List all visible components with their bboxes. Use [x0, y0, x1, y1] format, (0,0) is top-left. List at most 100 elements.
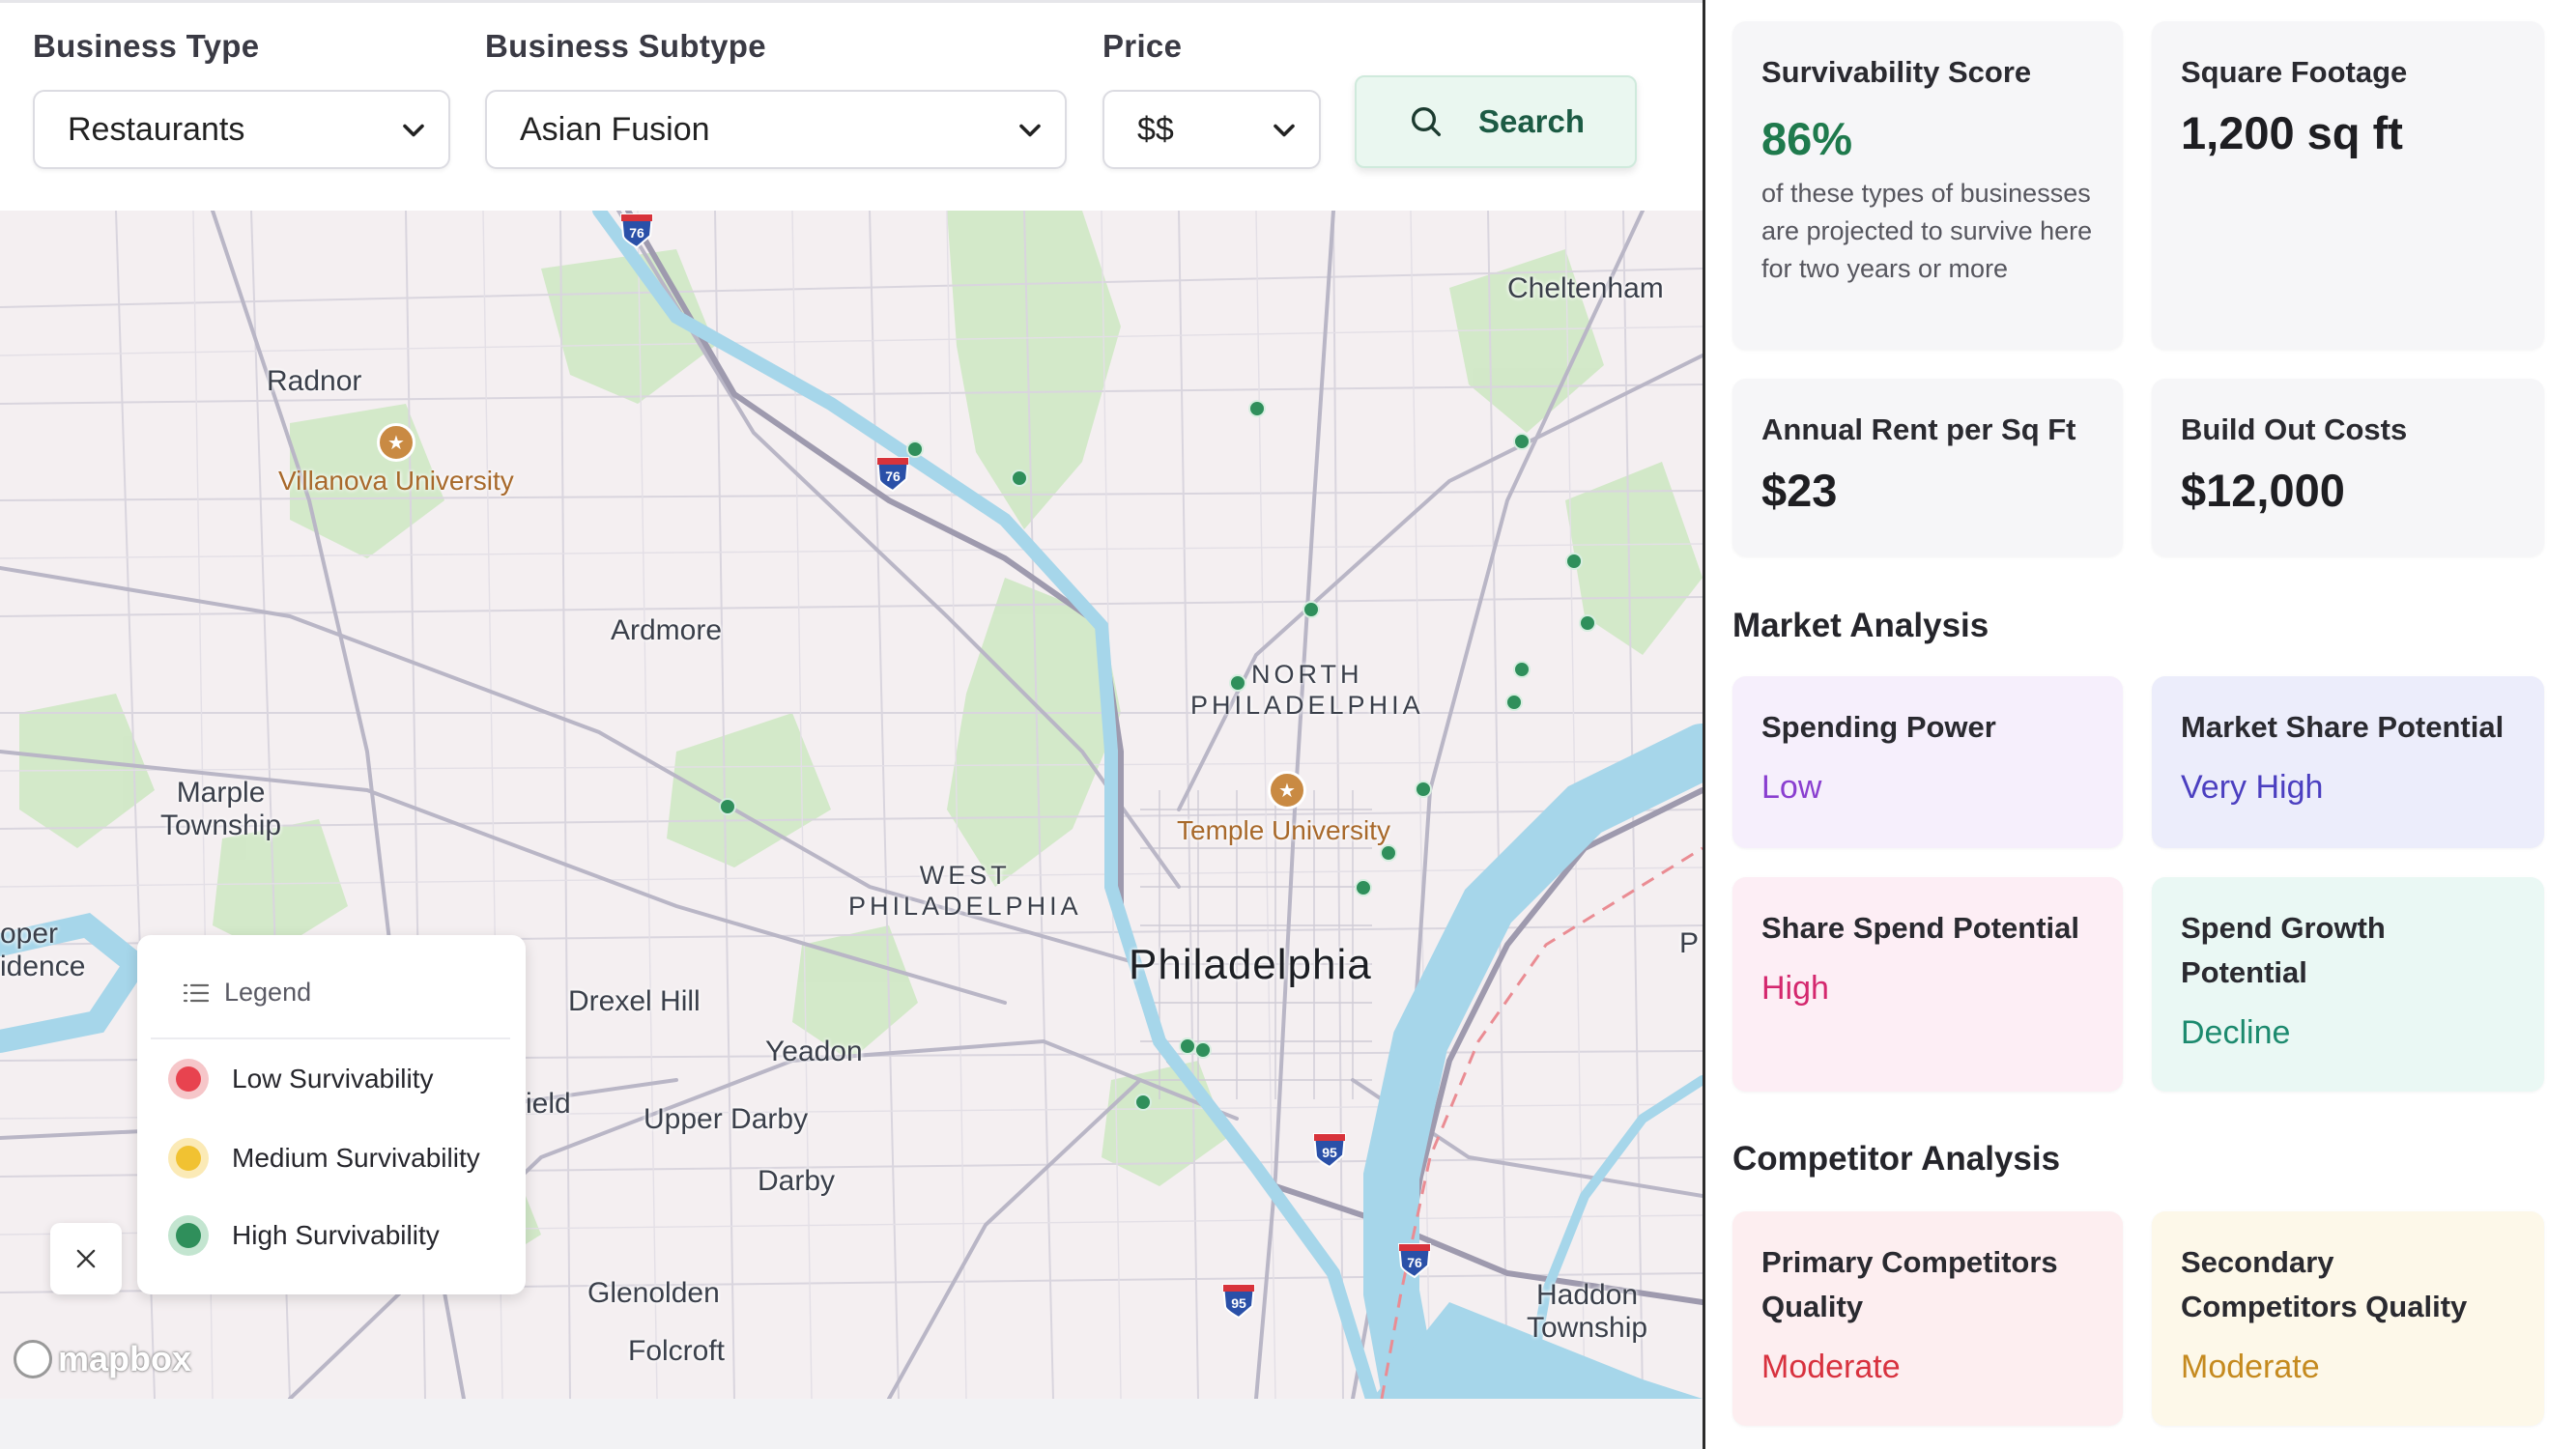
- university-icon: ★: [377, 423, 415, 462]
- legend-item-low: Low Survivability: [168, 1059, 434, 1099]
- map-label-philadelphia: Philadelphia: [1129, 941, 1372, 988]
- build-out-card: Build Out Costs $12,000: [2152, 379, 2544, 556]
- svg-text:95: 95: [1322, 1145, 1337, 1160]
- survivability-title: Survivability Score: [1761, 55, 2032, 89]
- location-pin[interactable]: [1302, 601, 1320, 618]
- mapbox-logo[interactable]: mapbox: [14, 1339, 191, 1379]
- search-button-label: Search: [1477, 103, 1586, 139]
- svg-text:95: 95: [1231, 1295, 1246, 1311]
- interstate-76-shield-icon: 76: [1397, 1243, 1432, 1279]
- map-label-p: P: [1679, 927, 1700, 959]
- location-pin[interactable]: [1011, 469, 1028, 487]
- location-pin[interactable]: [1194, 1041, 1212, 1059]
- spending-power-value: Low: [1761, 769, 1822, 806]
- interstate-95-shield-icon: 95: [1312, 1133, 1347, 1169]
- map-label-drexel-hill: Drexel Hill: [568, 985, 701, 1017]
- map-label-ardmore: Ardmore: [611, 614, 723, 646]
- legend-item-medium: Medium Survivability: [168, 1138, 480, 1179]
- interstate-95-shield-icon: 95: [1221, 1284, 1256, 1320]
- interstate-76-shield-icon: 76: [619, 213, 654, 249]
- primary-competitors-card: Primary Competitors Quality Moderate: [1732, 1211, 2123, 1426]
- map-label-upper-darby: Upper Darby: [644, 1103, 809, 1135]
- filter-bar: Business Type Restaurants Business Subty…: [0, 0, 1703, 211]
- price-label: Price: [1102, 28, 1183, 64]
- legend-item-label: Low Survivability: [232, 1064, 434, 1094]
- spend-growth-title: Spend Growth Potential: [2181, 911, 2386, 989]
- chevron-down-icon: [403, 124, 424, 137]
- location-pin[interactable]: [906, 440, 924, 458]
- svg-text:76: 76: [885, 469, 901, 484]
- location-pin[interactable]: [1380, 844, 1397, 862]
- map-label-cheltenham: Cheltenham: [1507, 272, 1664, 304]
- market-share-value: Very High: [2181, 769, 2324, 806]
- chevron-down-icon: [1274, 124, 1295, 137]
- business-subtype-group: Business Subtype: [485, 28, 766, 65]
- secondary-competitors-title: Secondary Competitors Quality: [2181, 1245, 2468, 1323]
- map-label-villanova: Villanova University: [278, 466, 514, 496]
- location-pin[interactable]: [1355, 879, 1372, 896]
- market-share-card: Market Share Potential Very High: [2152, 676, 2544, 848]
- location-pin[interactable]: [1179, 1037, 1196, 1055]
- spend-growth-value: Decline: [2181, 1014, 2291, 1051]
- location-pin[interactable]: [1513, 433, 1531, 450]
- primary-competitors-title: Primary Competitors Quality: [1761, 1245, 2058, 1323]
- secondary-competitors-card: Secondary Competitors Quality Moderate: [2152, 1211, 2544, 1426]
- svg-text:76: 76: [629, 225, 644, 241]
- build-out-value: $12,000: [2181, 465, 2345, 516]
- svg-text:76: 76: [1407, 1255, 1422, 1270]
- business-type-select[interactable]: Restaurants: [33, 90, 450, 169]
- location-pin[interactable]: [1134, 1094, 1152, 1111]
- build-out-title: Build Out Costs: [2181, 412, 2408, 446]
- annual-rent-value: $23: [1761, 465, 1838, 516]
- mapbox-wordmark: mapbox: [58, 1339, 192, 1378]
- business-subtype-value: Asian Fusion: [520, 110, 710, 148]
- location-pin[interactable]: [1415, 781, 1432, 798]
- chevron-down-icon: [1019, 124, 1041, 137]
- market-analysis-heading: Market Analysis: [1732, 607, 1989, 644]
- legend-divider: [151, 1037, 510, 1039]
- legend-item-label: Medium Survivability: [232, 1143, 480, 1173]
- map-label-temple: Temple University: [1177, 815, 1390, 845]
- legend-item-high: High Survivability: [168, 1215, 440, 1256]
- map-legend: Legend Low Survivability Medium Survivab…: [137, 935, 526, 1294]
- survivability-card: Survivability Score 86% of these types o…: [1732, 21, 2123, 350]
- location-pin[interactable]: [1229, 674, 1246, 692]
- price-group: Price: [1102, 28, 1182, 65]
- legend-item-label: High Survivability: [232, 1220, 440, 1250]
- map-label-west-philadelphia: WEST PHILADELPHIA: [848, 861, 1082, 921]
- map-label-darby: Darby: [758, 1165, 836, 1197]
- share-spend-title: Share Spend Potential: [1761, 911, 2080, 945]
- close-legend-button[interactable]: [50, 1223, 122, 1294]
- survivability-value: 86%: [1761, 113, 1853, 164]
- business-subtype-select[interactable]: Asian Fusion: [485, 90, 1067, 169]
- price-value: $$: [1137, 110, 1174, 148]
- annual-rent-card: Annual Rent per Sq Ft $23: [1732, 379, 2123, 556]
- legend-header: Legend: [182, 978, 311, 1008]
- secondary-competitors-value: Moderate: [2181, 1349, 2320, 1385]
- list-icon: [183, 983, 210, 1002]
- location-pin[interactable]: [1248, 400, 1266, 417]
- share-spend-value: High: [1761, 970, 1829, 1007]
- spending-power-title: Spending Power: [1761, 710, 1996, 744]
- business-type-value: Restaurants: [68, 110, 245, 148]
- map-label-oper-idence: oper idence: [0, 918, 86, 982]
- annual-rent-title: Annual Rent per Sq Ft: [1761, 412, 2076, 446]
- primary-competitors-value: Moderate: [1761, 1349, 1901, 1385]
- market-share-title: Market Share Potential: [2181, 710, 2504, 744]
- location-pin[interactable]: [719, 798, 736, 815]
- analysis-panel: Survivability Score 86% of these types o…: [1703, 0, 2576, 1449]
- search-icon: [1411, 107, 1441, 136]
- price-select[interactable]: $$: [1102, 90, 1321, 169]
- green-dot-icon: [168, 1215, 209, 1256]
- search-button[interactable]: Search: [1355, 75, 1637, 168]
- spend-growth-card: Spend Growth Potential Decline: [2152, 877, 2544, 1092]
- map-label-yeadon: Yeadon: [765, 1036, 863, 1067]
- location-pin[interactable]: [1579, 614, 1596, 632]
- location-pin[interactable]: [1565, 553, 1583, 570]
- close-icon: [76, 1249, 96, 1268]
- location-pin[interactable]: [1513, 661, 1531, 678]
- square-footage-title: Square Footage: [2181, 55, 2408, 89]
- location-pin[interactable]: [1505, 694, 1523, 711]
- competitor-analysis-heading: Competitor Analysis: [1732, 1140, 2061, 1178]
- map-label-haddon: Haddon Township: [1527, 1279, 1648, 1344]
